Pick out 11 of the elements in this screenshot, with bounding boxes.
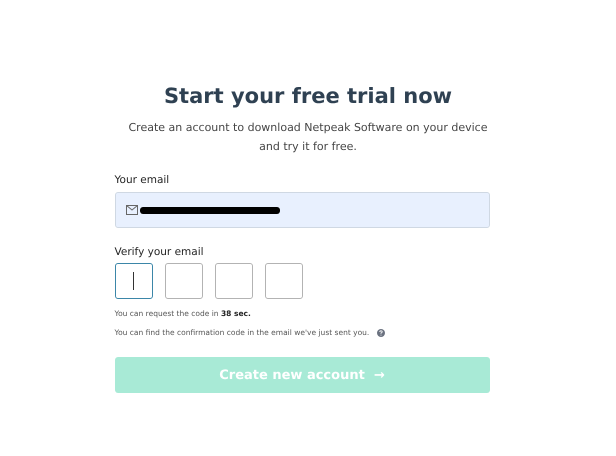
email-field[interactable] [114,192,490,228]
field-label: Verify your email [114,246,204,258]
envelope-icon [126,205,138,215]
help-icon[interactable] [377,328,386,336]
field-label: Your email [114,174,170,186]
code-digit-field[interactable] [264,263,302,299]
code-digit-field[interactable] [214,263,252,299]
subtitle: Create an account to download Netpeak Software on your device and try it for free. [127,120,488,155]
page-title: Start your free trial now [164,84,452,108]
code-digit-field[interactable] [164,263,202,299]
code-digit-field[interactable] [114,263,152,299]
